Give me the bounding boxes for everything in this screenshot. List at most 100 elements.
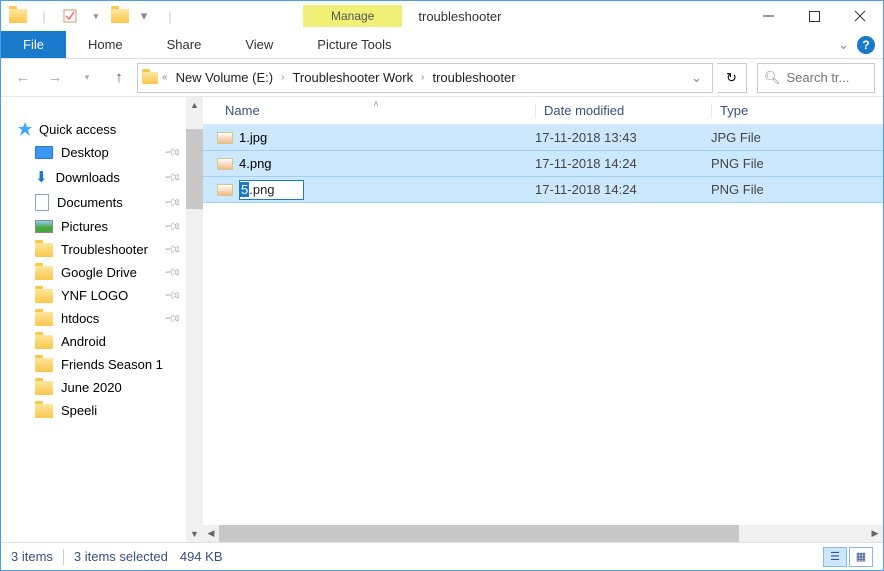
address-dropdown-icon[interactable]: ⌄ — [685, 70, 708, 86]
chevron-right-icon[interactable]: › — [421, 72, 424, 83]
hscroll-thumb[interactable] — [219, 525, 739, 542]
view-details-button[interactable]: ☰ — [823, 547, 847, 567]
column-type[interactable]: Type — [711, 103, 841, 118]
image-file-icon — [217, 158, 239, 170]
folder-icon — [35, 404, 53, 418]
sidebar-item[interactable]: Troubleshooter📌︎ — [1, 238, 186, 261]
sidebar-item-label: Friends Season 1 — [61, 357, 163, 372]
status-size: 494 KB — [180, 549, 223, 564]
tab-share[interactable]: Share — [145, 31, 224, 58]
ribbon-expand-icon[interactable]: ⌄ — [838, 37, 849, 53]
folder-icon — [35, 381, 53, 395]
file-type: PNG File — [711, 182, 841, 197]
sidebar-item[interactable]: Desktop📌︎ — [1, 141, 186, 164]
quick-access-header[interactable]: Quick access — [1, 117, 186, 141]
sidebar-item-label: Android — [61, 334, 106, 349]
documents-icon — [35, 194, 49, 211]
status-selected-count: 3 items selected — [74, 549, 168, 564]
file-tab[interactable]: File — [1, 31, 66, 58]
tab-picture-tools[interactable]: Picture Tools — [295, 31, 413, 58]
help-icon[interactable]: ? — [857, 36, 875, 54]
window-title: troubleshooter — [418, 9, 501, 24]
scroll-right-icon[interactable]: ▶ — [867, 525, 883, 542]
sidebar-item[interactable]: Pictures📌︎ — [1, 215, 186, 238]
file-date: 17-11-2018 14:24 — [535, 182, 711, 197]
chevron-left-icon[interactable]: « — [162, 72, 168, 83]
qat-properties-icon[interactable] — [57, 4, 83, 28]
qat-dropdown-icon[interactable]: ▼ — [83, 4, 109, 28]
view-thumbnails-button[interactable]: ▦ — [849, 547, 873, 567]
quick-access-label: Quick access — [39, 122, 116, 137]
address-bar[interactable]: « New Volume (E:) › Troubleshooter Work … — [137, 63, 713, 93]
sidebar-item-label: Speeli — [61, 403, 97, 418]
sidebar-item[interactable]: Friends Season 1 — [1, 353, 186, 376]
file-type: PNG File — [711, 156, 841, 171]
sidebar-item[interactable]: Android — [1, 330, 186, 353]
column-name[interactable]: Name˄ — [217, 103, 535, 118]
scroll-down-icon[interactable]: ▼ — [186, 526, 203, 542]
sidebar-item[interactable]: Speeli — [1, 399, 186, 422]
scroll-up-icon[interactable]: ▲ — [186, 97, 203, 113]
maximize-button[interactable] — [791, 1, 837, 31]
scroll-left-icon[interactable]: ◀ — [203, 525, 219, 542]
minimize-button[interactable] — [745, 1, 791, 31]
title-bar: | ▼ ▾ | Manage troubleshooter — [1, 1, 883, 31]
file-date: 17-11-2018 14:24 — [535, 156, 711, 171]
close-button[interactable] — [837, 1, 883, 31]
sidebar-item-label: Troubleshooter — [61, 242, 148, 257]
folder-icon — [35, 335, 53, 349]
sidebar-item[interactable]: June 2020 — [1, 376, 186, 399]
navigation-bar: ← → ▾ ↑ « New Volume (E:) › Troubleshoot… — [1, 59, 883, 97]
status-bar: 3 items 3 items selected 494 KB ☰ ▦ — [1, 542, 883, 570]
chevron-right-icon[interactable]: › — [281, 72, 284, 83]
sidebar-item[interactable]: ⬇Downloads📌︎ — [1, 164, 186, 190]
nav-up-button[interactable]: ↑ — [105, 64, 133, 92]
column-date[interactable]: Date modified — [535, 103, 711, 118]
pin-icon: 📌︎ — [163, 143, 182, 162]
refresh-button[interactable]: ↻ — [717, 63, 747, 93]
sidebar-item-label: Documents — [57, 195, 123, 210]
search-box[interactable]: 🔍︎ — [757, 63, 875, 93]
pin-icon: 📌︎ — [163, 309, 182, 328]
pictures-icon — [35, 220, 53, 233]
scroll-thumb[interactable] — [186, 129, 203, 209]
qat-overflow-icon[interactable]: ▾ — [131, 4, 157, 28]
pin-icon: 📌︎ — [163, 167, 182, 186]
file-type: JPG File — [711, 130, 841, 145]
tab-home[interactable]: Home — [66, 31, 145, 58]
crumb-folder2[interactable]: troubleshooter — [428, 70, 519, 85]
folder-icon — [35, 289, 53, 303]
pin-icon: 📌︎ — [163, 217, 182, 236]
sidebar-item-label: htdocs — [61, 311, 99, 326]
file-row[interactable]: 5.png 17-11-2018 14:24PNG File — [203, 176, 883, 203]
nav-history-dropdown[interactable]: ▾ — [73, 64, 101, 92]
sidebar-item[interactable]: YNF LOGO📌︎ — [1, 284, 186, 307]
rename-input[interactable]: 5.png — [239, 180, 304, 200]
contextual-tab-manage[interactable]: Manage — [303, 5, 402, 27]
crumb-folder1[interactable]: Troubleshooter Work — [288, 70, 417, 85]
pin-icon: 📌︎ — [163, 286, 182, 305]
file-row[interactable]: 1.jpg17-11-2018 13:43JPG File — [203, 125, 883, 151]
navigation-pane: Quick access Desktop📌︎⬇Downloads📌︎Docume… — [1, 97, 203, 542]
nav-back-button[interactable]: ← — [9, 64, 37, 92]
sidebar-item[interactable]: Google Drive📌︎ — [1, 261, 186, 284]
desktop-icon — [35, 146, 53, 159]
crumb-volume[interactable]: New Volume (E:) — [172, 70, 278, 85]
pin-icon: 📌︎ — [163, 263, 182, 282]
sort-asc-icon: ˄ — [373, 99, 378, 109]
file-row[interactable]: 4.png 17-11-2018 14:24PNG File — [203, 150, 883, 177]
nav-forward-button[interactable]: → — [41, 64, 69, 92]
image-file-icon — [217, 132, 239, 144]
sidebar-item-label: Downloads — [56, 170, 120, 185]
search-input[interactable] — [787, 70, 857, 85]
sidebar-item[interactable]: htdocs 📌︎ — [1, 307, 186, 330]
folder-toolbar-icon — [109, 5, 131, 27]
folder-app-icon — [7, 5, 29, 27]
file-name: 4.png — [239, 156, 272, 171]
tree-scrollbar[interactable]: ▲ ▼ — [186, 97, 203, 542]
sidebar-item[interactable]: Documents📌︎ — [1, 190, 186, 215]
file-date: 17-11-2018 13:43 — [535, 130, 711, 145]
horizontal-scrollbar[interactable]: ◀ ▶ — [203, 525, 883, 542]
folder-icon — [35, 358, 53, 372]
tab-view[interactable]: View — [223, 31, 295, 58]
